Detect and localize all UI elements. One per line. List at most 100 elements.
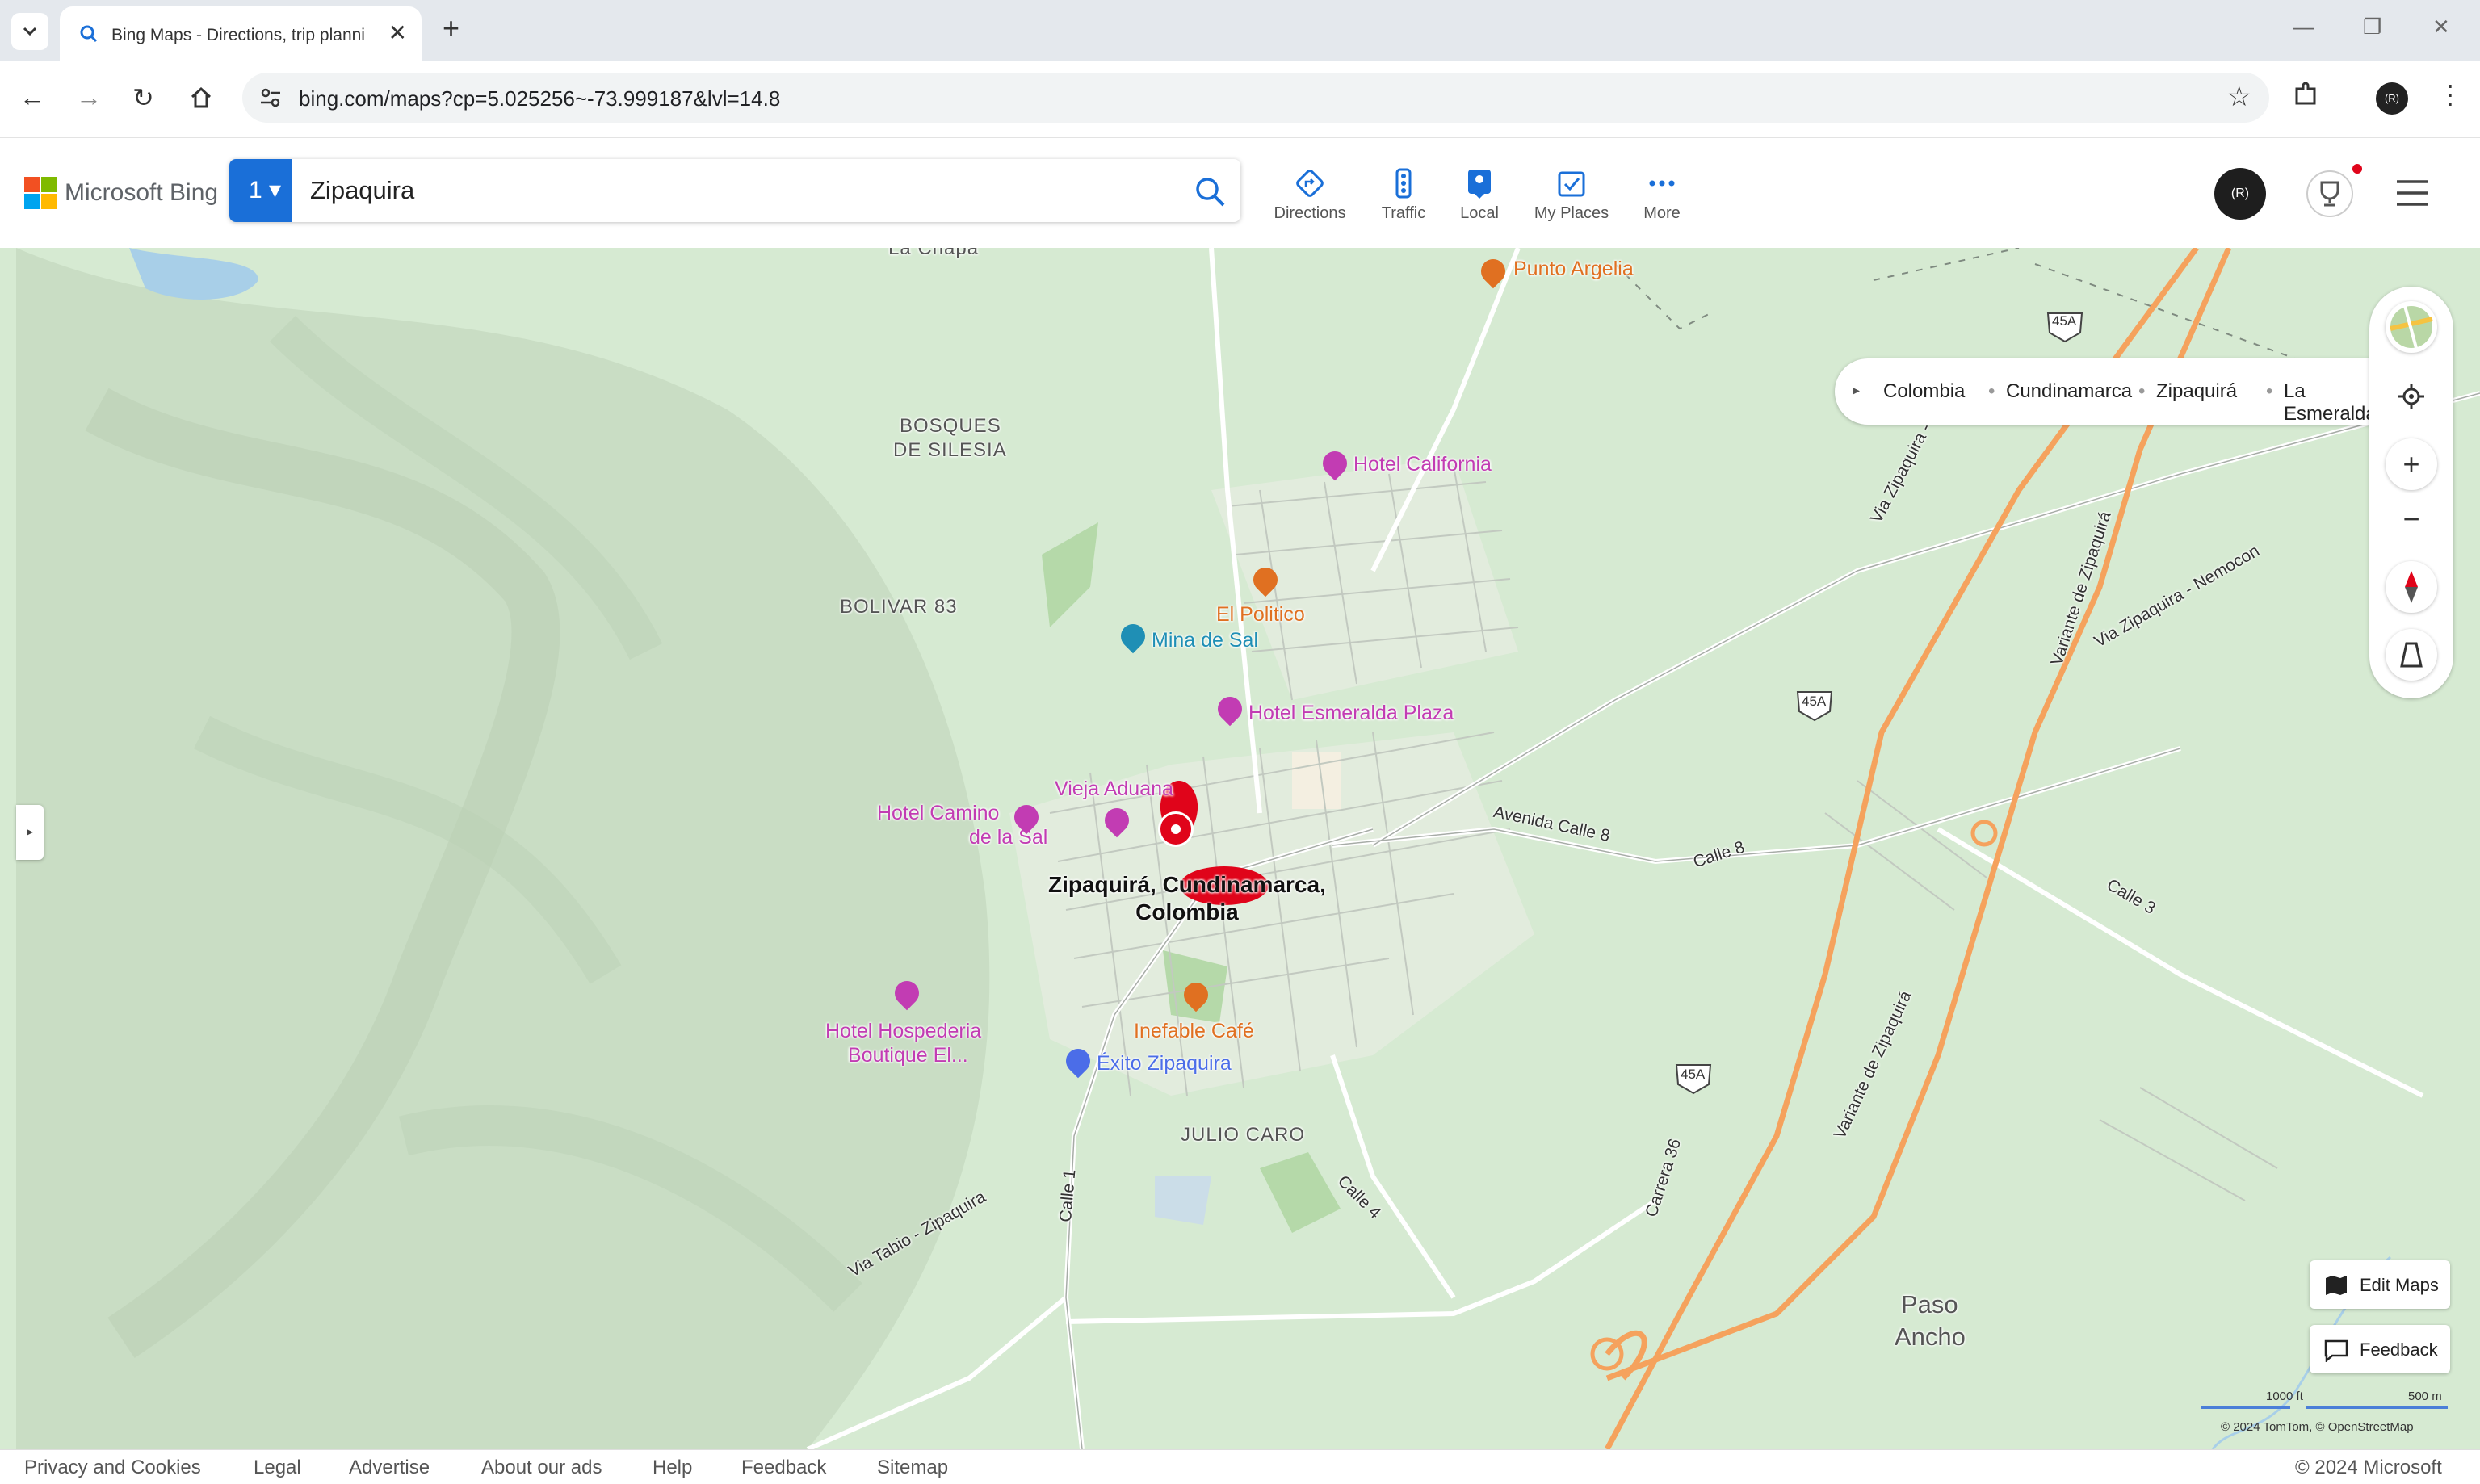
compass-icon: [2405, 571, 2418, 603]
browser-menu-icon[interactable]: ⋮: [2437, 79, 2463, 110]
back-icon[interactable]: ←: [19, 82, 45, 112]
restore-icon[interactable]: ❐: [2363, 15, 2381, 40]
local-button[interactable]: Local: [1435, 167, 1524, 223]
minus-icon: −: [2402, 502, 2420, 535]
footer-link-feedback[interactable]: Feedback: [741, 1457, 826, 1479]
map-icon: [2326, 1276, 2347, 1295]
poi-hotel-camino[interactable]: Hotel Camino: [877, 802, 999, 825]
route-shield-label: 45A: [1681, 1067, 1706, 1082]
footer-link-sitemap[interactable]: Sitemap: [877, 1457, 948, 1479]
breadcrumb-separator: •: [2138, 380, 2146, 402]
poi-el-politico[interactable]: El Politico: [1216, 603, 1305, 627]
browser-tab[interactable]: Bing Maps - Directions, trip planni ✕: [60, 6, 422, 61]
locate-icon: [2398, 384, 2424, 409]
profile-avatar[interactable]: (R): [2376, 82, 2408, 115]
location-pin-icon[interactable]: [1158, 811, 1194, 847]
map-style-button[interactable]: [2386, 301, 2437, 353]
footer-link-advertise[interactable]: Advertise: [349, 1457, 430, 1479]
breadcrumb-item[interactable]: Cundinamarca: [2006, 380, 2132, 403]
breadcrumb-item[interactable]: Colombia: [1883, 380, 1965, 403]
map-control-stack: + −: [2369, 287, 2453, 698]
site-info-icon[interactable]: [258, 86, 283, 110]
poi-hotel-hospederia[interactable]: Hotel Hospederia: [825, 1020, 981, 1043]
my-places-icon: [1558, 171, 1585, 197]
poi-mina-de-sal[interactable]: Mina de Sal: [1152, 629, 1258, 652]
search-input[interactable]: [308, 174, 1119, 208]
route-shield: [1675, 312, 2083, 1095]
poi-hotel-california[interactable]: Hotel California: [1353, 453, 1492, 476]
breadcrumb-item[interactable]: Zipaquirá: [2156, 380, 2237, 403]
scale-metric: 500 m: [2408, 1390, 2442, 1403]
my-places-button[interactable]: My Places: [1527, 167, 1616, 223]
local-label: Local: [1460, 204, 1499, 222]
feedback-icon: [2324, 1339, 2348, 1362]
search-icon[interactable]: [1194, 175, 1226, 208]
scale-bar-metric: [2306, 1406, 2448, 1409]
tab-search-button[interactable]: [11, 13, 48, 50]
more-label: More: [1643, 204, 1681, 222]
poi-punto-argelia[interactable]: Punto Argelia: [1513, 258, 1634, 281]
footer-link-about-ads[interactable]: About our ads: [481, 1457, 602, 1479]
traffic-label: Traffic: [1381, 204, 1426, 222]
zoom-out-button[interactable]: −: [2386, 493, 2437, 545]
scale-bar: 1000 ft 500 m: [2201, 1390, 2452, 1422]
area-label: La Chapa: [888, 248, 980, 259]
new-tab-button[interactable]: +: [443, 11, 459, 45]
search-count-dropdown[interactable]: 1 ▾: [229, 159, 292, 222]
more-button[interactable]: More: [1618, 167, 1706, 223]
edit-maps-button[interactable]: Edit Maps: [2310, 1260, 2450, 1309]
map-style-icon: [2390, 305, 2433, 349]
address-toolbar: ← → ↻ bing.com/maps?cp=5.025256~-73.9991…: [0, 61, 2480, 138]
search-result-label-line2: Colombia: [1135, 899, 1239, 924]
hamburger-menu-icon[interactable]: [2395, 178, 2429, 208]
reload-icon[interactable]: ↻: [132, 82, 154, 113]
route-shield-label: 45A: [1802, 694, 1827, 709]
window-close-icon[interactable]: ✕: [2432, 15, 2450, 40]
poi-hotel-camino-line2[interactable]: de la Sal: [969, 826, 1047, 849]
user-avatar[interactable]: (R): [2214, 168, 2266, 220]
microsoft-bing-logo[interactable]: Microsoft Bing: [24, 177, 218, 209]
tilt-button[interactable]: [2386, 629, 2437, 681]
poi-exito-zipaquira[interactable]: Éxito Zipaquira: [1097, 1052, 1232, 1075]
locate-me-button[interactable]: [2386, 371, 2437, 422]
poi-hotel-hospederia-line2[interactable]: Boutique El...: [848, 1044, 968, 1067]
omnibox[interactable]: bing.com/maps?cp=5.025256~-73.999187&lvl…: [242, 73, 2269, 123]
expand-panel-button[interactable]: ▸: [16, 805, 44, 860]
zoom-in-button[interactable]: +: [2386, 438, 2437, 490]
scale-bar-imperial: [2201, 1406, 2290, 1409]
my-places-label: My Places: [1534, 204, 1609, 222]
rewards-icon[interactable]: [2306, 170, 2353, 217]
footer-link-privacy[interactable]: Privacy and Cookies: [24, 1457, 201, 1479]
compass-button[interactable]: [2386, 561, 2437, 613]
search-result-label[interactable]: Zipaquirá, Cundinamarca, Colombia: [1048, 871, 1326, 926]
poi-inefable-cafe[interactable]: Inefable Café: [1134, 1020, 1254, 1043]
footer-link-help[interactable]: Help: [653, 1457, 692, 1479]
close-icon[interactable]: ✕: [388, 19, 407, 46]
search-result-label-line1: Zipaquirá, Cundinamarca,: [1048, 872, 1326, 897]
bookmark-star-icon[interactable]: ☆: [2227, 81, 2251, 113]
minimize-icon[interactable]: —: [2293, 15, 2314, 40]
scale-imperial: 1000 ft: [2266, 1390, 2303, 1403]
tilt-icon: [2400, 642, 2423, 668]
footer-link-legal[interactable]: Legal: [254, 1457, 301, 1479]
area-label: BOSQUES: [900, 415, 1001, 437]
tab-title: Bing Maps - Directions, trip planni: [111, 26, 365, 44]
forward-icon[interactable]: →: [76, 82, 102, 112]
home-icon[interactable]: [189, 86, 213, 110]
area-label: BOLIVAR 83: [840, 596, 958, 618]
map-canvas[interactable]: 45A 45A 45A La Chapa BOSQUES DE SILESIA …: [0, 248, 2480, 1449]
area-label: DE SILESIA: [893, 439, 1007, 461]
browser-tab-strip: Bing Maps - Directions, trip planni ✕ + …: [0, 0, 2480, 61]
poi-vieja-aduana[interactable]: Vieja Aduana: [1055, 778, 1173, 801]
breadcrumb-expand-icon[interactable]: ▸: [1853, 382, 1860, 399]
map-feedback-button[interactable]: Feedback: [2310, 1325, 2450, 1373]
poi-hotel-esmeralda-plaza[interactable]: Hotel Esmeralda Plaza: [1248, 702, 1454, 725]
plus-icon: +: [2402, 447, 2420, 480]
location-breadcrumb: ▸ Colombia • Cundinamarca • Zipaquirá • …: [1835, 358, 2392, 425]
breadcrumb-separator: •: [2266, 380, 2273, 402]
extensions-icon[interactable]: [2292, 81, 2319, 108]
pin-center: [1171, 824, 1181, 834]
local-icon: [1468, 170, 1491, 199]
directions-button[interactable]: Directions: [1265, 167, 1354, 223]
chevron-down-icon: [23, 27, 37, 36]
